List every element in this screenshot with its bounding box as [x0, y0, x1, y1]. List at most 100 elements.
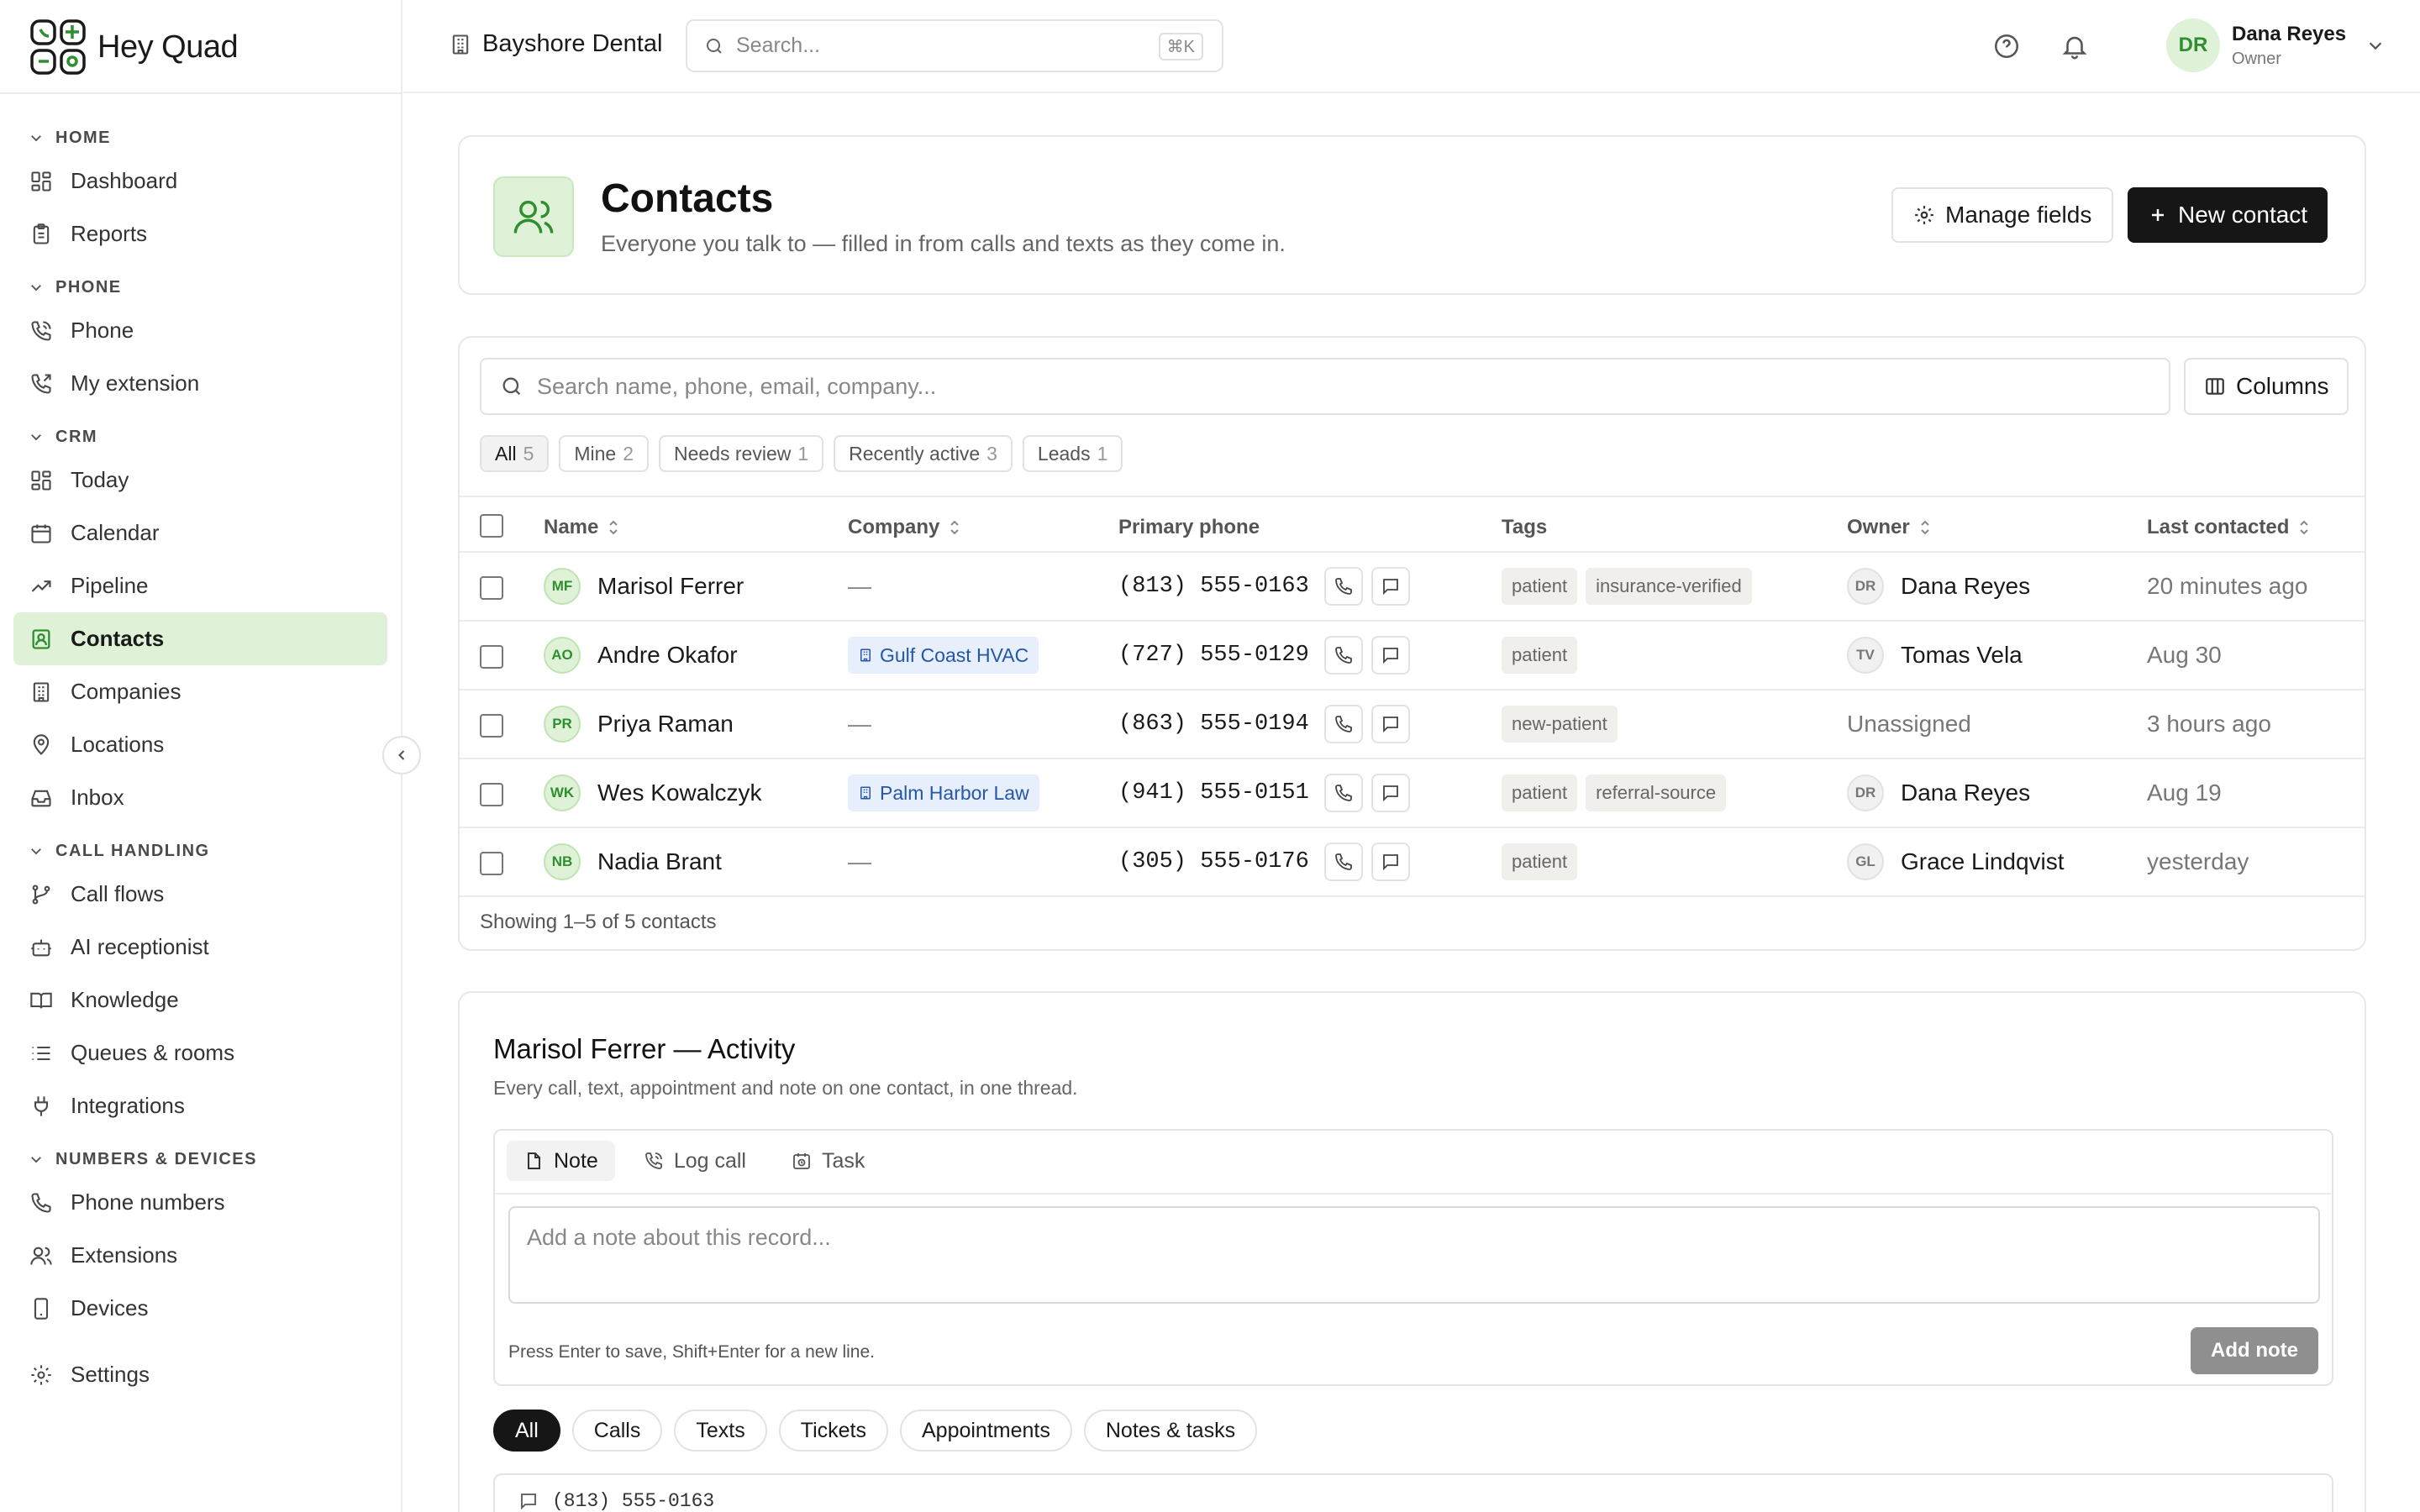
contact-name[interactable]: Priya Raman: [597, 711, 734, 738]
column-header-last-contacted[interactable]: Last contacted: [2147, 516, 2311, 539]
sidebar-item-calendar[interactable]: Calendar: [13, 507, 387, 559]
filter-chip-all[interactable]: All 5: [480, 435, 550, 472]
add-note-button[interactable]: Add note: [2191, 1327, 2318, 1374]
row-checkbox[interactable]: [480, 783, 503, 806]
map-pin-icon: [29, 732, 54, 758]
call-button[interactable]: [1323, 843, 1363, 881]
row-checkbox[interactable]: [480, 645, 503, 669]
company-link[interactable]: Palm Harbor Law: [848, 774, 1039, 811]
new-contact-button[interactable]: New contact: [2128, 187, 2328, 243]
company-link[interactable]: Gulf Coast HVAC: [848, 637, 1039, 674]
help-button[interactable]: [1992, 32, 2021, 60]
column-header-owner[interactable]: Owner: [1847, 516, 1932, 539]
sidebar-item-queues-rooms[interactable]: Queues & rooms: [13, 1026, 387, 1079]
columns-button[interactable]: Columns: [2184, 358, 2349, 415]
sidebar-item-today[interactable]: Today: [13, 454, 387, 507]
sidebar-item-locations[interactable]: Locations: [13, 718, 387, 771]
call-button[interactable]: [1323, 705, 1363, 743]
nav-group-crm[interactable]: CRM: [0, 420, 401, 454]
tab-log-call[interactable]: Log call: [627, 1141, 763, 1181]
sidebar-item-ai-receptionist[interactable]: AI receptionist: [13, 921, 387, 974]
sidebar-item-integrations[interactable]: Integrations: [13, 1079, 387, 1132]
app-logo[interactable]: Hey Quad: [29, 17, 239, 77]
sidebar-item-pipeline[interactable]: Pipeline: [13, 559, 387, 612]
call-button[interactable]: [1323, 774, 1363, 812]
sidebar-item-settings[interactable]: Settings: [13, 1348, 387, 1401]
tab-task[interactable]: Task: [775, 1141, 881, 1181]
global-search-input[interactable]: Search... ⌘K: [686, 19, 1223, 72]
collapse-sidebar-button[interactable]: [382, 736, 421, 774]
activity-item[interactable]: (813) 555-0163: [493, 1473, 2333, 1512]
row-checkbox[interactable]: [480, 852, 503, 875]
tag: referral-source: [1586, 774, 1727, 811]
activity-filter-notes-tasks[interactable]: Notes & tasks: [1083, 1410, 1258, 1452]
activity-filter-calls[interactable]: Calls: [571, 1410, 663, 1452]
text-button[interactable]: [1370, 567, 1410, 606]
filter-chip-needs-review[interactable]: Needs review 1: [659, 435, 824, 472]
sidebar-item-phone[interactable]: Phone: [13, 304, 387, 357]
message-icon: [1382, 785, 1398, 802]
filter-chip-leads[interactable]: Leads 1: [1022, 435, 1123, 472]
activity-filter-tickets[interactable]: Tickets: [778, 1410, 888, 1452]
activity-filter-texts[interactable]: Texts: [674, 1410, 767, 1452]
activity-filter-all[interactable]: All: [493, 1410, 560, 1452]
manage-fields-button[interactable]: Manage fields: [1891, 187, 2114, 243]
contact-name[interactable]: Nadia Brant: [597, 848, 722, 875]
nav-group-call-handling[interactable]: CALL HANDLING: [0, 834, 401, 868]
notifications-button[interactable]: [2060, 32, 2089, 60]
text-button[interactable]: [1370, 705, 1410, 743]
tab-note[interactable]: Note: [507, 1141, 615, 1181]
row-checkbox[interactable]: [480, 576, 503, 600]
nav-group-numbers-devices[interactable]: NUMBERS & DEVICES: [0, 1142, 401, 1176]
contacts-search-input[interactable]: Search name, phone, email, company...: [480, 358, 2170, 415]
sort-icon: [1920, 520, 1929, 535]
column-label: Company: [848, 516, 940, 538]
contact-name[interactable]: Marisol Ferrer: [597, 573, 744, 600]
clipboard-icon: [29, 222, 54, 247]
sidebar-item-phone-numbers[interactable]: Phone numbers: [13, 1176, 387, 1229]
smartphone-icon: [29, 1296, 54, 1321]
table-row[interactable]: AO Andre Okafor Gulf Coast HVAC (727) 555…: [460, 622, 2365, 690]
row-checkbox[interactable]: [480, 714, 503, 738]
text-button[interactable]: [1370, 843, 1410, 881]
column-header-name[interactable]: Name: [544, 516, 620, 539]
sidebar-item-call-flows[interactable]: Call flows: [13, 868, 387, 921]
sidebar-item-label: Settings: [71, 1362, 150, 1387]
call-button[interactable]: [1323, 636, 1363, 675]
activity-filter-appointments[interactable]: Appointments: [899, 1410, 1072, 1452]
sidebar-item-contacts[interactable]: Contacts: [13, 612, 387, 665]
chevron-left-icon: [398, 750, 405, 760]
sidebar-item-dashboard[interactable]: Dashboard: [13, 155, 387, 207]
top-bar: Bayshore Dental Search... ⌘K DR Dana Rey…: [403, 0, 2420, 93]
sidebar-item-extensions[interactable]: Extensions: [13, 1229, 387, 1282]
plus-icon: [2152, 209, 2164, 221]
sidebar-item-devices[interactable]: Devices: [13, 1282, 387, 1335]
chevron-down-icon: [31, 848, 41, 855]
text-button[interactable]: [1370, 774, 1410, 812]
tab-label: Log call: [673, 1148, 746, 1173]
composer-hint: Press Enter to save, Shift+Enter for a n…: [508, 1342, 875, 1362]
contact-name[interactable]: Wes Kowalczyk: [597, 780, 762, 806]
sidebar-item-knowledge[interactable]: Knowledge: [13, 974, 387, 1026]
filter-chip-recently-active[interactable]: Recently active 3: [834, 435, 1013, 472]
table-row[interactable]: PR Priya Raman — (863) 555-0194 new-patie…: [460, 690, 2365, 759]
org-switcher[interactable]: Bayshore Dental: [449, 30, 662, 58]
column-header-company[interactable]: Company: [848, 516, 961, 539]
table-row[interactable]: WK Wes Kowalczyk Palm Harbor Law (941) 55…: [460, 759, 2365, 828]
nav-group-phone[interactable]: PHONE: [0, 270, 401, 304]
sidebar-item-reports[interactable]: Reports: [13, 207, 387, 260]
text-button[interactable]: [1370, 636, 1410, 675]
nav-group-home[interactable]: HOME: [0, 121, 401, 155]
sidebar-item-companies[interactable]: Companies: [13, 665, 387, 718]
user-menu[interactable]: DR Dana Reyes Owner: [2166, 18, 2385, 72]
select-all-checkbox[interactable]: [480, 514, 503, 538]
call-button[interactable]: [1323, 567, 1363, 606]
table-row[interactable]: MF Marisol Ferrer — (813) 555-0163 patien…: [460, 553, 2365, 622]
table-row[interactable]: NB Nadia Brant — (305) 555-0176 patient G…: [460, 828, 2365, 897]
contact-name[interactable]: Andre Okafor: [597, 642, 738, 669]
filter-chip-mine[interactable]: Mine 2: [559, 435, 650, 472]
sidebar-item-my-extension[interactable]: My extension: [13, 357, 387, 410]
sidebar-item-inbox[interactable]: Inbox: [13, 771, 387, 824]
contacts-search-placeholder: Search name, phone, email, company...: [537, 373, 937, 399]
note-textarea[interactable]: Add a note about this record...: [508, 1206, 2320, 1304]
